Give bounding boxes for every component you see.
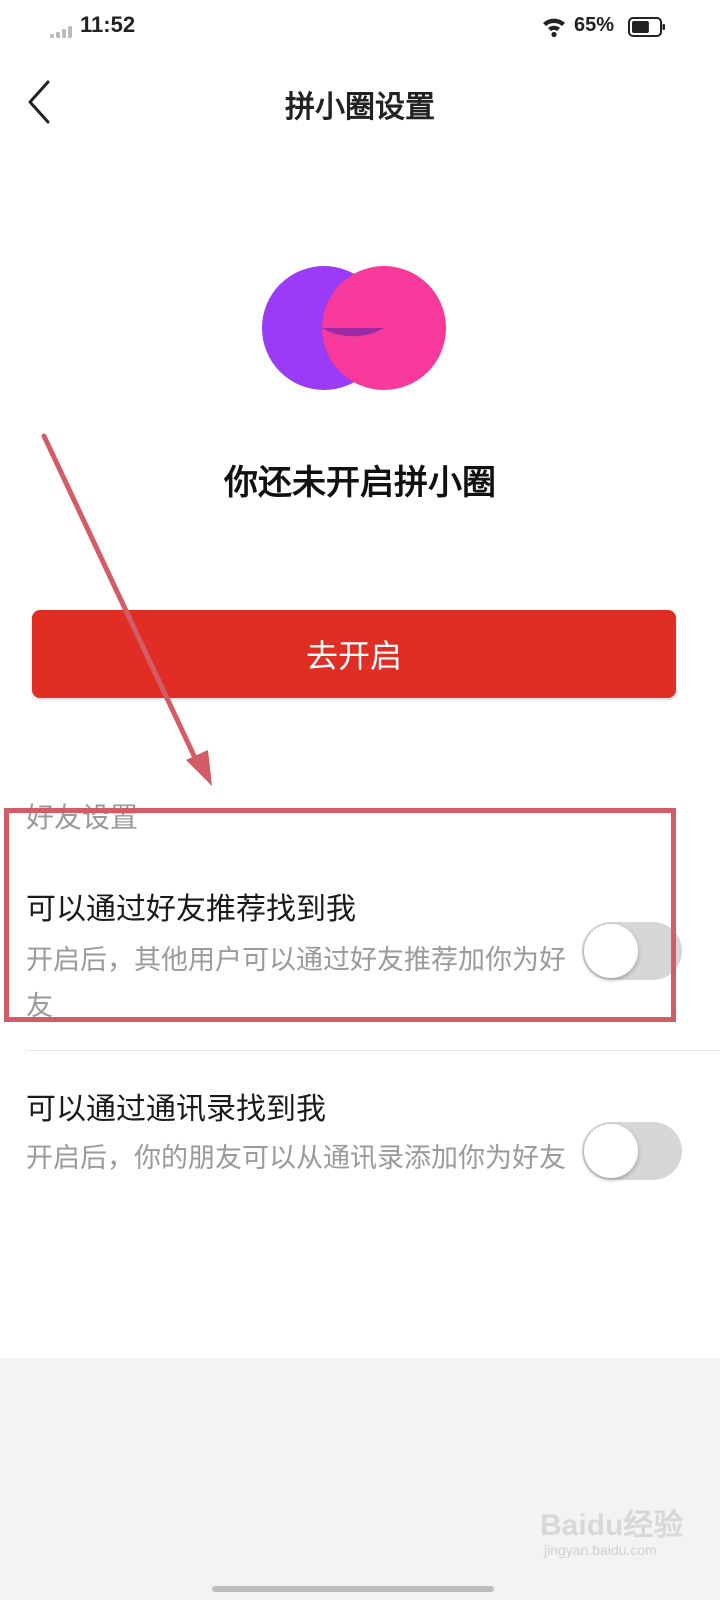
status-bar: 11:52 65% (0, 0, 720, 56)
baidu-jingyan-watermark: Baidu经验 jingyan.baidu.com (540, 1500, 690, 1570)
annotation-highlight-box (4, 808, 676, 1022)
status-title: 你还未开启拼小圈 (224, 463, 496, 503)
home-indicator[interactable] (212, 1586, 494, 1592)
status-time: 11:52 (80, 12, 136, 37)
divider (26, 1050, 720, 1051)
watermark-url: jingyan.baidu.com (544, 1542, 657, 1558)
setting-description: 开启后，你的朋友可以从通讯录添加你为好友 (26, 1143, 566, 1174)
nav-header: 拼小圈设置 (0, 56, 720, 148)
page-title: 拼小圈设置 (285, 90, 435, 125)
open-button[interactable]: 去开启 (32, 610, 676, 698)
wifi-icon (543, 18, 565, 38)
battery-percent: 65% (574, 14, 615, 36)
pinxiaoquan-logo-icon (262, 266, 446, 390)
toggle-knob (584, 1124, 638, 1178)
watermark-brand: Baidu经验 (540, 1509, 684, 1542)
setting-title: 可以通过通讯录找到我 (26, 1092, 326, 1127)
setting-find-by-contacts: 可以通过通讯录找到我 开启后，你的朋友可以从通讯录添加你为好友 (0, 1072, 720, 1232)
cellular-signal-icon (50, 24, 76, 38)
contacts-toggle[interactable] (582, 1122, 682, 1180)
battery-icon (628, 17, 665, 37)
